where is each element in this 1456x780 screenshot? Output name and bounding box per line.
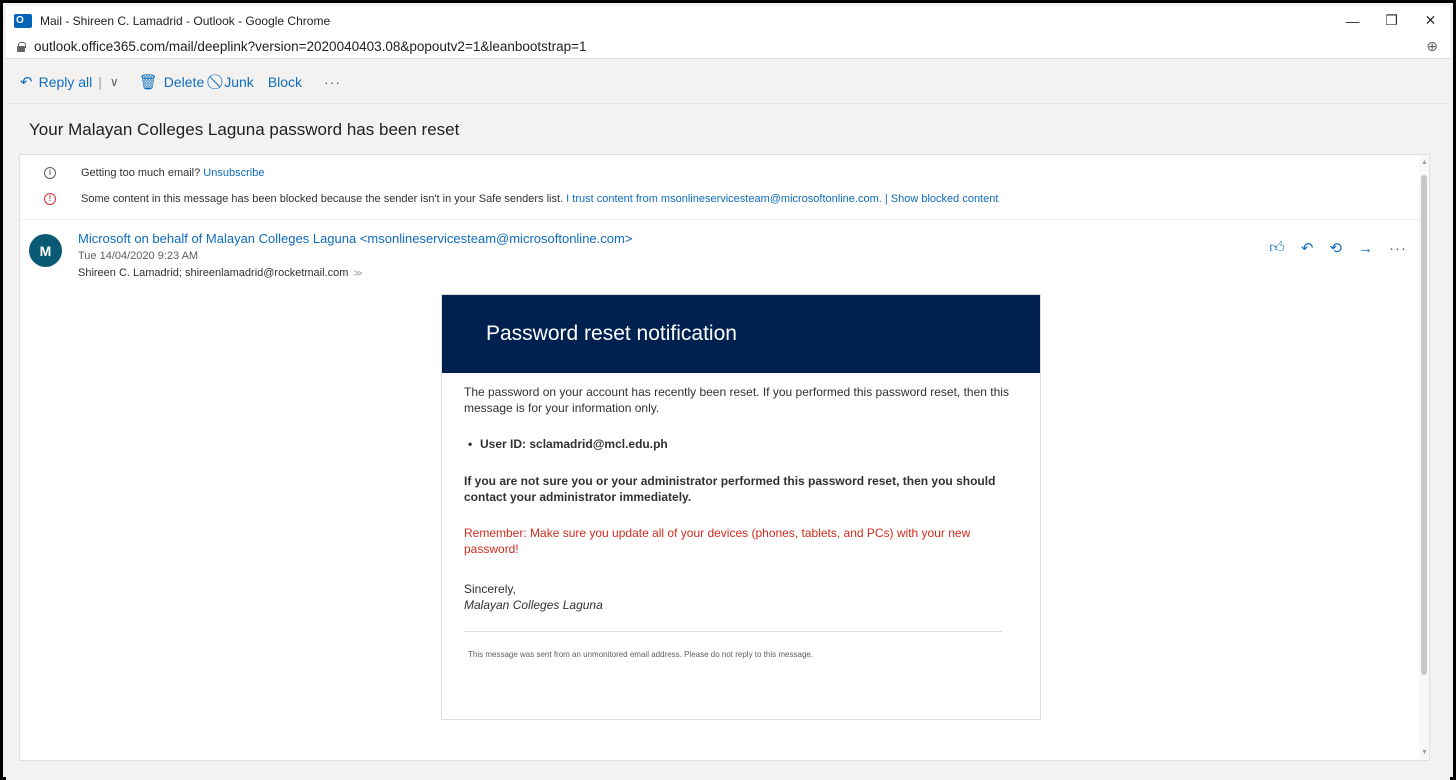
show-blocked-content-link[interactable]: Show blocked content [891, 193, 999, 205]
scroll-down-icon[interactable]: ▼ [1421, 749, 1428, 756]
blocked-content-infobar: ! Some content in this message has been … [20, 193, 1420, 205]
delete-label: Delete [163, 73, 205, 90]
lock-icon[interactable] [17, 41, 26, 52]
remember-paragraph: Remember: Make sure you update all of yo… [464, 526, 971, 556]
url-text[interactable]: outlook.office365.com/mail/deeplink?vers… [34, 39, 587, 54]
blocked-text: Some content in this message has been bl… [81, 193, 564, 205]
separator: | [98, 73, 102, 90]
address-bar[interactable]: outlook.office365.com/mail/deeplink?vers… [6, 35, 1450, 59]
window-title: Mail - Shireen C. Lamadrid - Outlook - G… [40, 13, 331, 28]
trust-sender-link[interactable]: I trust content from msonlineservicestea… [566, 193, 882, 205]
recipients-text: Shireen C. Lamadrid; shireenlamadrid@roc… [78, 267, 349, 279]
message-actions: 👍︎ ↶ ⟲ → ··· [1253, 239, 1407, 257]
reply-icon[interactable]: ↶ [1301, 239, 1314, 257]
message-subject: Your Malayan Colleges Laguna password ha… [29, 120, 460, 139]
junk-label: Junk [224, 73, 254, 90]
divider [20, 219, 1420, 220]
reading-pane: ▲ ▼ i Getting too much email? Unsubscrib… [19, 154, 1430, 761]
user-id-list: User ID: sclamadrid@mcl.edu.ph [464, 436, 1018, 452]
message-date: Tue 14/04/2020 9:23 AM [78, 250, 199, 262]
email-header: Password reset notification [442, 295, 1040, 373]
window-controls: — ❐ ✕ [1333, 6, 1450, 35]
minimize-button[interactable]: — [1333, 6, 1372, 35]
unsubscribe-link[interactable]: Unsubscribe [203, 167, 264, 179]
user-id-item: User ID: sclamadrid@mcl.edu.ph [464, 436, 1018, 452]
bottom-area [6, 762, 1450, 780]
email-content: The password on your account has recentl… [442, 373, 1040, 659]
command-bar: ↶ Reply all | ∨ 🗑︎ Delete ⃠ Junk Block ·… [6, 60, 1450, 104]
recipients[interactable]: Shireen C. Lamadrid; shireenlamadrid@roc… [78, 267, 363, 279]
reply-all-label: Reply all [38, 73, 93, 90]
signoff: Sincerely, Malayan Colleges Laguna [464, 581, 1018, 613]
organization-name: Malayan Colleges Laguna [464, 598, 603, 612]
reply-all-icon: ↶ [20, 73, 33, 91]
reply-all-icon[interactable]: ⟲ [1329, 239, 1342, 257]
chevron-down-icon[interactable]: ≫ [353, 268, 362, 278]
unsubscribe-infobar: i Getting too much email? Unsubscribe [20, 167, 1420, 179]
sender-name[interactable]: Microsoft on behalf of Malayan Colleges … [78, 231, 632, 246]
sincerely-text: Sincerely, [464, 582, 516, 596]
chevron-down-icon[interactable]: ∨ [110, 75, 119, 89]
zoom-icon[interactable]: ⊕ [1426, 38, 1438, 55]
title-bar: Mail - Shireen C. Lamadrid - Outlook - G… [6, 6, 1450, 35]
email-footer: This message was sent from an unmonitore… [468, 650, 814, 659]
delete-button[interactable]: 🗑︎ Delete [139, 73, 205, 91]
avatar[interactable]: M [29, 234, 62, 267]
more-actions-button[interactable]: ··· [324, 74, 341, 90]
junk-button[interactable]: ⃠ Junk [218, 73, 254, 90]
scrollbar[interactable]: ▲ ▼ [1419, 155, 1429, 760]
restore-button[interactable]: ❐ [1372, 6, 1411, 35]
browser-window: Mail - Shireen C. Lamadrid - Outlook - G… [0, 0, 1456, 780]
reply-all-button[interactable]: ↶ Reply all | ∨ [20, 73, 119, 91]
warning-icon: ! [44, 193, 56, 205]
warning-paragraph: If you are not sure you or your administ… [464, 474, 996, 504]
more-icon[interactable]: ··· [1389, 240, 1407, 257]
footer-divider [464, 631, 1002, 632]
outlook-app-icon [14, 13, 32, 28]
scrollbar-thumb[interactable] [1421, 175, 1427, 675]
block-button[interactable]: Block [268, 74, 302, 90]
like-icon[interactable]: 👍︎ [1269, 239, 1285, 257]
scroll-up-icon[interactable]: ▲ [1421, 159, 1428, 166]
forward-icon[interactable]: → [1358, 240, 1373, 257]
unsubscribe-text: Getting too much email? [81, 167, 201, 179]
email-body: Password reset notification The password… [441, 294, 1041, 720]
block-label: Block [267, 73, 303, 90]
close-button[interactable]: ✕ [1411, 6, 1450, 35]
email-paragraph: The password on your account has recentl… [464, 385, 1009, 415]
link-separator: | [884, 193, 888, 205]
info-icon: i [44, 167, 56, 179]
trash-icon: 🗑︎ [138, 73, 158, 91]
